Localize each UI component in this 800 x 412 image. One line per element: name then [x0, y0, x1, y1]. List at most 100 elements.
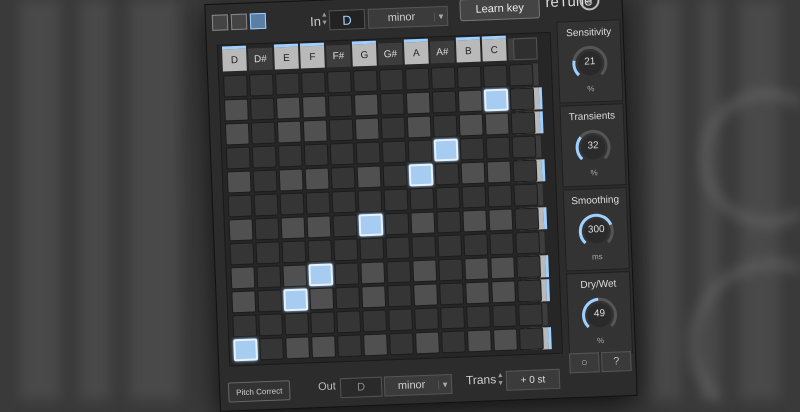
grid-cell[interactable]	[363, 333, 388, 357]
grid-cell[interactable]	[407, 139, 433, 163]
grid-cell[interactable]	[387, 284, 413, 308]
trans-stepper-icon[interactable]: ▲ ▼	[496, 371, 506, 389]
column-header-g[interactable]: G	[351, 40, 377, 67]
input-key-select[interactable]: D	[328, 9, 366, 31]
grid-cell[interactable]	[335, 286, 361, 310]
grid-cell-active[interactable]	[433, 138, 459, 162]
grid-cell[interactable]	[279, 192, 305, 216]
grid-cell[interactable]	[249, 97, 275, 121]
view-small-icon[interactable]	[211, 14, 229, 31]
grid-cell[interactable]	[249, 73, 274, 97]
grid-cell[interactable]	[354, 117, 380, 141]
grid-cell-active[interactable]	[408, 163, 434, 187]
grid-cell[interactable]	[385, 236, 411, 260]
grid-cell[interactable]	[223, 98, 249, 122]
grid-cell[interactable]	[383, 188, 409, 212]
knob-dial[interactable]: 49%	[579, 294, 621, 345]
grid-cell[interactable]	[259, 337, 285, 361]
grid-cell[interactable]	[285, 336, 310, 360]
grid-cell[interactable]	[518, 303, 543, 327]
grid-cell[interactable]	[460, 161, 486, 185]
grid-cell[interactable]	[485, 136, 511, 160]
grid-cell[interactable]	[302, 119, 328, 143]
grid-cell[interactable]	[437, 234, 463, 258]
grid-cell[interactable]	[510, 111, 536, 135]
grid-cell[interactable]	[305, 191, 331, 215]
grid-cell[interactable]	[255, 241, 281, 265]
column-header-f[interactable]: F	[299, 42, 325, 69]
grid-cell[interactable]	[413, 283, 439, 307]
grid-cell[interactable]	[360, 261, 386, 285]
grid-cell[interactable]	[304, 167, 330, 191]
grid-cell[interactable]	[491, 280, 517, 304]
grid-cell[interactable]	[301, 71, 326, 95]
column-header-d-sharp[interactable]: D#	[248, 47, 273, 71]
column-header-a-sharp[interactable]: A#	[429, 40, 455, 64]
output-key-select[interactable]: D	[339, 376, 383, 399]
grid-cell[interactable]	[225, 146, 251, 170]
grid-cell[interactable]	[252, 169, 278, 193]
grid-cell[interactable]	[518, 327, 544, 351]
column-header-b[interactable]: B	[455, 36, 481, 63]
grid-cell[interactable]	[489, 232, 515, 256]
grid-cell[interactable]	[412, 259, 438, 283]
transpose-value[interactable]: + 0 st	[505, 368, 561, 391]
grid-cell[interactable]	[432, 114, 458, 138]
grid-cell[interactable]	[439, 282, 465, 306]
grid-cell[interactable]	[361, 285, 387, 309]
grid-cell[interactable]	[357, 189, 383, 213]
grid-cell[interactable]	[224, 122, 250, 146]
knob-dial[interactable]: 21%	[569, 43, 611, 94]
grid-cell[interactable]	[276, 120, 302, 144]
grid-cell[interactable]	[331, 190, 357, 214]
grid-cell[interactable]	[330, 166, 356, 190]
column-header-d[interactable]: D	[221, 45, 247, 72]
grid-cell[interactable]	[275, 96, 301, 120]
grid-cell[interactable]	[362, 309, 388, 333]
knob-dial[interactable]: 32%	[572, 127, 614, 177]
grid-cell[interactable]	[463, 233, 489, 257]
grid-cell[interactable]	[458, 113, 484, 137]
grid-cell[interactable]	[310, 311, 336, 335]
grid-cell[interactable]	[257, 289, 283, 313]
grid-cell[interactable]	[511, 135, 537, 159]
grid-cell[interactable]	[490, 256, 516, 280]
grid-cell[interactable]	[251, 145, 277, 169]
column-header-f-sharp[interactable]: F#	[326, 44, 351, 68]
grid-cell[interactable]	[378, 68, 404, 92]
grid-cell[interactable]	[227, 194, 253, 218]
grid-cell[interactable]	[516, 255, 542, 279]
grid-cell[interactable]	[333, 238, 359, 262]
grid-cell[interactable]	[309, 287, 335, 311]
learn-key-button[interactable]: Learn key	[459, 0, 541, 22]
input-scale-dropdown[interactable]: minor ▼	[367, 5, 449, 29]
grid-cell[interactable]	[441, 330, 466, 354]
grid-cell[interactable]	[509, 87, 535, 111]
grid-cell[interactable]	[327, 94, 353, 118]
grid-cell[interactable]	[226, 170, 252, 194]
grid-cell[interactable]	[306, 215, 332, 239]
grid-cell[interactable]	[415, 331, 440, 355]
grid-cell[interactable]	[307, 239, 333, 263]
grid-cell[interactable]	[459, 137, 485, 161]
grid-cell[interactable]	[231, 290, 257, 314]
grid-cell[interactable]	[431, 90, 457, 114]
grid-cell[interactable]	[282, 264, 308, 288]
grid-cell[interactable]	[514, 207, 540, 231]
grid-cell[interactable]	[379, 92, 405, 116]
grid-cell[interactable]	[278, 168, 304, 192]
grid-cell[interactable]	[284, 312, 310, 336]
grid-cell-active[interactable]	[308, 263, 334, 287]
grid-cell[interactable]	[487, 184, 513, 208]
grid-cell[interactable]	[386, 260, 412, 284]
grid-cell[interactable]	[515, 231, 541, 255]
grid-cell[interactable]	[436, 210, 462, 234]
grid-cell[interactable]	[280, 216, 306, 240]
grid-cell[interactable]	[277, 144, 303, 168]
grid-cell[interactable]	[250, 121, 276, 145]
grid-cell[interactable]	[404, 67, 430, 91]
grid-cell[interactable]	[301, 95, 327, 119]
grid-cell[interactable]	[389, 332, 414, 356]
grid-cell[interactable]	[411, 235, 437, 259]
pitch-correct-button[interactable]: Pitch Correct	[227, 380, 291, 403]
